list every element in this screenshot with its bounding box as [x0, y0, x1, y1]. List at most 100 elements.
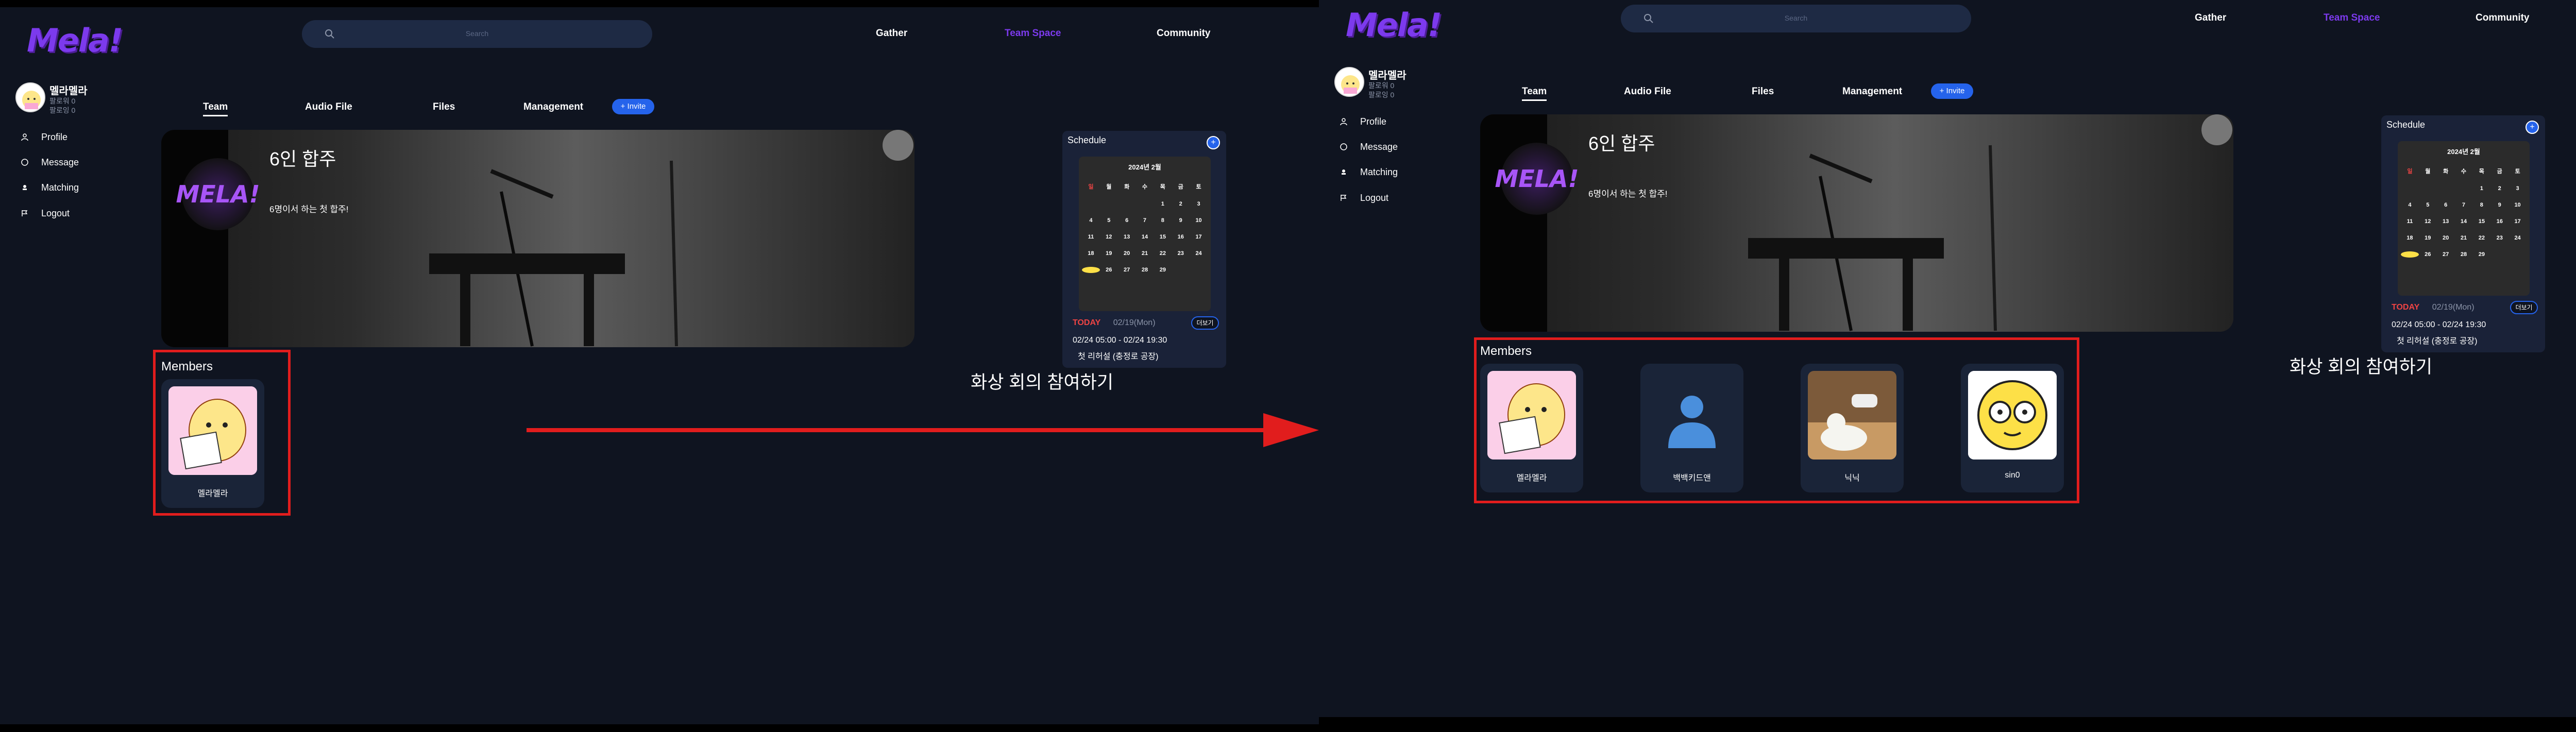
calendar-day[interactable]: 5: [2419, 202, 2437, 208]
calendar-day[interactable]: 24: [1190, 250, 1208, 257]
avatar[interactable]: [1334, 67, 1364, 97]
tab-audio-file[interactable]: Audio File: [1624, 86, 1671, 97]
search-input[interactable]: Search: [302, 20, 652, 48]
sidebar-item-matching[interactable]: Matching: [21, 180, 79, 195]
calendar-day[interactable]: 28: [1136, 267, 1154, 273]
tab-management[interactable]: Management: [523, 101, 583, 113]
calendar-day[interactable]: 27: [2437, 251, 2455, 258]
calendar-day[interactable]: 12: [2419, 218, 2437, 225]
calendar-day[interactable]: 5: [1100, 217, 1118, 224]
calendar-day[interactable]: [2401, 185, 2419, 192]
nav-team-space[interactable]: Team Space: [1005, 28, 1061, 39]
calendar-day[interactable]: [2455, 185, 2473, 192]
calendar-day[interactable]: 12: [1100, 234, 1118, 240]
sidebar-item-logout[interactable]: Logout: [21, 206, 70, 221]
nav-gather[interactable]: Gather: [876, 28, 907, 39]
calendar-day[interactable]: 23: [1172, 250, 1190, 257]
calendar-day[interactable]: 15: [1154, 234, 1172, 240]
calendar-day[interactable]: [2437, 185, 2455, 192]
calendar-day[interactable]: 19: [2419, 235, 2437, 241]
sidebar-item-message[interactable]: Message: [21, 155, 79, 170]
add-schedule-button[interactable]: +: [2526, 121, 2539, 134]
calendar-day[interactable]: 17: [1190, 234, 1208, 240]
calendar-day[interactable]: 4: [1082, 217, 1100, 224]
calendar-day[interactable]: 22: [1154, 250, 1172, 257]
tab-files[interactable]: Files: [433, 101, 455, 113]
calendar-day[interactable]: 14: [2455, 218, 2473, 225]
nav-community[interactable]: Community: [2476, 12, 2530, 24]
tab-team[interactable]: Team: [1522, 86, 1547, 101]
calendar-day[interactable]: [1118, 201, 1136, 207]
tab-audio-file[interactable]: Audio File: [305, 101, 352, 113]
calendar-day[interactable]: 20: [1118, 250, 1136, 257]
calendar-day[interactable]: 10: [2509, 202, 2527, 208]
tab-files[interactable]: Files: [1752, 86, 1774, 97]
calendar-day[interactable]: 4: [2401, 202, 2419, 208]
calendar-day[interactable]: 26: [1100, 267, 1118, 273]
calendar-day[interactable]: 26: [2419, 251, 2437, 258]
calendar-day[interactable]: 6: [2437, 202, 2455, 208]
sidebar-item-profile[interactable]: Profile: [21, 129, 67, 145]
calendar-day[interactable]: 23: [2490, 235, 2509, 241]
calendar-day[interactable]: 13: [2437, 218, 2455, 225]
calendar-day[interactable]: 18: [2401, 235, 2419, 241]
calendar-day[interactable]: 11: [2401, 218, 2419, 225]
calendar-day[interactable]: [2419, 185, 2437, 192]
calendar-day[interactable]: 1: [2472, 185, 2490, 192]
calendar-day[interactable]: 7: [1136, 217, 1154, 224]
calendar-day[interactable]: 11: [1082, 234, 1100, 240]
nav-team-space[interactable]: Team Space: [2324, 12, 2380, 24]
calendar-day-event[interactable]: 25: [1082, 267, 1100, 273]
sidebar-item-matching[interactable]: Matching: [1340, 164, 1398, 180]
calendar-day[interactable]: 18: [1082, 250, 1100, 257]
calendar-day[interactable]: 2: [2490, 185, 2509, 192]
calendar-day[interactable]: 3: [1190, 201, 1208, 207]
calendar-day[interactable]: 3: [2509, 185, 2527, 192]
nav-community[interactable]: Community: [1157, 28, 1211, 39]
calendar-day[interactable]: [1100, 201, 1118, 207]
calendar-day-event[interactable]: 25: [2401, 251, 2419, 258]
calendar-day[interactable]: 29: [2472, 251, 2490, 258]
more-schedule-button[interactable]: 더보기: [1191, 316, 1219, 330]
invite-button[interactable]: + Invite: [612, 99, 654, 114]
calendar-day[interactable]: [1082, 201, 1100, 207]
search-input[interactable]: Search: [1621, 5, 1971, 32]
calendar-day[interactable]: 27: [1118, 267, 1136, 273]
calendar-day[interactable]: 16: [1172, 234, 1190, 240]
calendar-day[interactable]: [1136, 201, 1154, 207]
calendar-day[interactable]: 13: [1118, 234, 1136, 240]
sidebar-item-profile[interactable]: Profile: [1340, 114, 1386, 129]
tab-management[interactable]: Management: [1842, 86, 1902, 97]
calendar-day[interactable]: 19: [1100, 250, 1118, 257]
calendar-day[interactable]: 16: [2490, 218, 2509, 225]
calendar-day[interactable]: 8: [1154, 217, 1172, 224]
avatar[interactable]: [15, 82, 45, 112]
app-logo[interactable]: Mela!: [1346, 6, 1442, 44]
sidebar-item-message[interactable]: Message: [1340, 139, 1398, 155]
nav-gather[interactable]: Gather: [2195, 12, 2226, 24]
sidebar-item-logout[interactable]: Logout: [1340, 190, 1388, 206]
calendar-day[interactable]: 2: [1172, 201, 1190, 207]
calendar-day[interactable]: 28: [2455, 251, 2473, 258]
more-schedule-button[interactable]: 더보기: [2510, 301, 2538, 314]
calendar-day[interactable]: 14: [1136, 234, 1154, 240]
calendar-day[interactable]: 29: [1154, 267, 1172, 273]
calendar-day[interactable]: 22: [2472, 235, 2490, 241]
calendar-day[interactable]: 8: [2472, 202, 2490, 208]
invite-button[interactable]: + Invite: [1931, 83, 1973, 99]
calendar-day[interactable]: 9: [1172, 217, 1190, 224]
calendar-day[interactable]: 10: [1190, 217, 1208, 224]
tab-team[interactable]: Team: [203, 101, 228, 116]
calendar-day[interactable]: 21: [1136, 250, 1154, 257]
video-call-link[interactable]: 화상 회의 참여하기: [2290, 352, 2432, 379]
calendar-day[interactable]: 6: [1118, 217, 1136, 224]
calendar-day[interactable]: 21: [2455, 235, 2473, 241]
calendar-day[interactable]: 15: [2472, 218, 2490, 225]
video-call-link[interactable]: 화상 회의 참여하기: [971, 368, 1113, 394]
calendar-day[interactable]: 20: [2437, 235, 2455, 241]
calendar-day[interactable]: 1: [1154, 201, 1172, 207]
calendar-day[interactable]: 17: [2509, 218, 2527, 225]
app-logo[interactable]: Mela!: [27, 22, 123, 59]
calendar-day[interactable]: 24: [2509, 235, 2527, 241]
calendar-day[interactable]: 7: [2455, 202, 2473, 208]
